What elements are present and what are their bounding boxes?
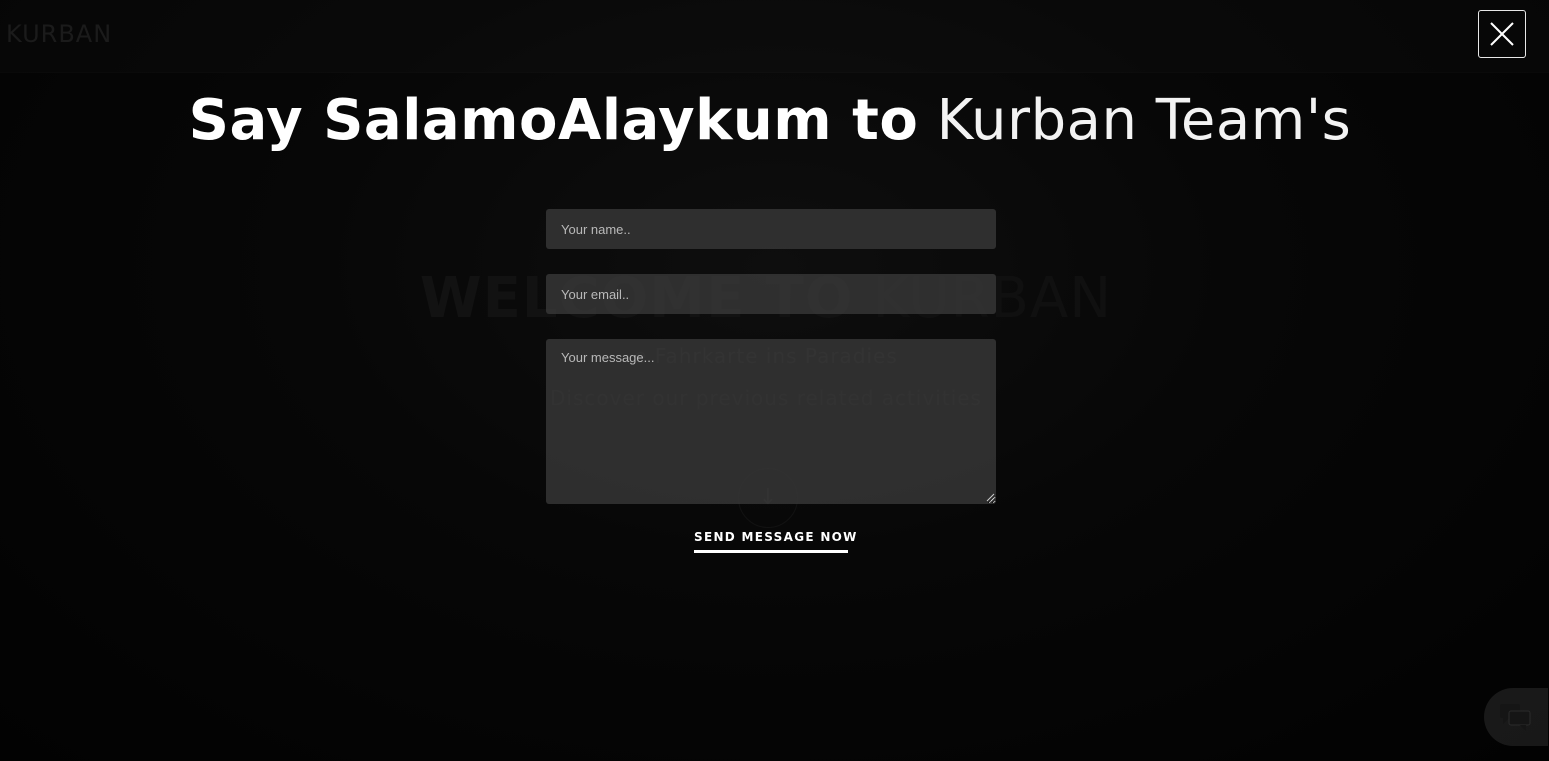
resize-grip-icon[interactable] — [985, 492, 995, 502]
modal-title-bold: Say SalamoAlaykum to — [188, 88, 919, 153]
name-input[interactable] — [546, 209, 996, 249]
close-button[interactable] — [1478, 10, 1526, 58]
message-textarea[interactable] — [546, 339, 996, 504]
email-input[interactable] — [546, 274, 996, 314]
chat-widget-button[interactable] — [1484, 688, 1548, 746]
modal-title-thin: Kurban Team's — [936, 88, 1352, 153]
send-message-button[interactable]: SEND MESSAGE NOW — [694, 529, 856, 553]
close-icon — [1490, 22, 1514, 46]
page: KURBAN WELCOME TO KURBAN e Fahrkarte ins… — [0, 0, 1549, 761]
modal-title: Say SalamoAlaykum to Kurban Team's — [0, 88, 1540, 153]
chat-bubbles-icon — [1500, 704, 1531, 731]
